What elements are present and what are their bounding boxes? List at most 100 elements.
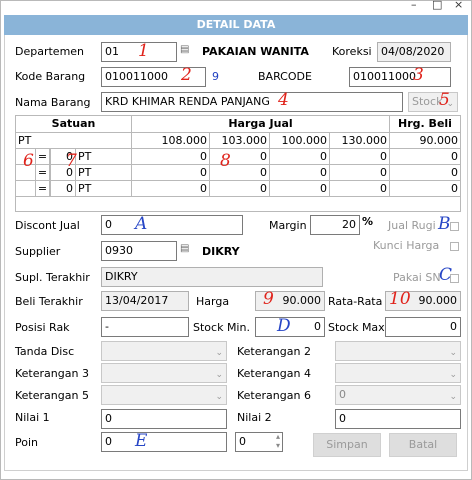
price-cell[interactable]: 0 <box>390 165 460 181</box>
folder-icon[interactable]: ▤ <box>180 44 189 55</box>
harga-label: Harga <box>196 295 230 308</box>
maximize-button[interactable]: □ <box>432 0 442 11</box>
price-cell[interactable]: 130.000 <box>330 133 390 149</box>
barcode-label: BARCODE <box>258 70 312 83</box>
unit2-cell[interactable]: PT <box>76 165 132 181</box>
eq-cell: = <box>36 149 50 165</box>
dialog-header: DETAIL DATA <box>4 15 468 35</box>
supplier-name: DIKRY <box>202 245 240 258</box>
poin-input[interactable]: 0 <box>101 432 227 452</box>
annotation-1: 1 <box>138 41 149 61</box>
price-cell[interactable]: 0 <box>330 181 390 197</box>
simpan-button[interactable]: Simpan <box>313 433 381 457</box>
keterangan4-label: Keterangan 4 <box>237 367 311 380</box>
detail-data-window: – □ × DETAIL DATA Departemen 01 1 ▤ PAKA… <box>0 0 472 480</box>
nilai2-label: Nilai 2 <box>237 411 272 424</box>
price-cell[interactable]: 0 <box>210 149 270 165</box>
kunci-harga-checkbox[interactable] <box>450 242 459 251</box>
price-cell[interactable]: 0 <box>270 149 330 165</box>
posisi-rak-input[interactable]: - <box>101 317 189 337</box>
annotation-D: D <box>277 316 291 336</box>
hrg-beli-header: Hrg. Beli <box>390 116 460 133</box>
satuan-header: Satuan <box>16 116 132 133</box>
supl-terakhir-label: Supl. Terakhir <box>15 271 90 284</box>
keterangan6-label: Keterangan 6 <box>237 389 311 402</box>
nilai2-input[interactable]: 0 <box>335 409 461 429</box>
unit-cell-row3[interactable] <box>16 181 36 197</box>
poin-spinner[interactable]: 0 ▴ ▾ <box>235 432 283 452</box>
keterangan2-select[interactable]: ⌄ <box>335 341 461 361</box>
price-cell[interactable]: 0 <box>132 181 210 197</box>
supplier-label: Supplier <box>15 245 61 258</box>
nama-barang-input[interactable]: KRD KHIMAR RENDA PANJANG <box>101 92 403 112</box>
departemen-label: Departemen <box>15 45 85 58</box>
tanda-disc-label: Tanda Disc <box>15 345 75 358</box>
discont-jual-label: Discont Jual <box>15 219 80 232</box>
supplier-input[interactable]: 0930 <box>101 241 177 261</box>
jual-rugi-label: Jual Rugi <box>388 219 436 232</box>
price-cell[interactable]: 0 <box>390 181 460 197</box>
price-cell[interactable]: 0 <box>210 165 270 181</box>
discont-jual-input[interactable]: 0 <box>101 215 243 235</box>
unit2-cell[interactable]: PT <box>76 149 132 165</box>
keterangan3-select[interactable]: ⌄ <box>101 363 227 383</box>
nama-barang-label: Nama Barang <box>15 96 91 109</box>
jual-rugi-checkbox[interactable] <box>450 222 459 231</box>
price-cell[interactable]: 0 <box>330 149 390 165</box>
rata-rata-label: Rata-Rata <box>328 295 383 308</box>
margin-input[interactable]: 20 <box>310 215 360 235</box>
annotation-8: 8 <box>220 151 231 171</box>
margin-label: Margin <box>269 219 307 232</box>
supl-terakhir-value: DIKRY <box>101 267 323 287</box>
poin-spinner-value: 0 <box>239 435 246 448</box>
price-cell[interactable]: 103.000 <box>210 133 270 149</box>
kode-barang-digit: 9 <box>212 70 219 83</box>
barcode-input[interactable]: 010011000 <box>349 67 451 87</box>
keterangan5-label: Keterangan 5 <box>15 389 89 402</box>
price-cell[interactable]: 0 <box>330 165 390 181</box>
price-cell[interactable]: 0 <box>132 149 210 165</box>
price-cell[interactable]: 0 <box>270 165 330 181</box>
nilai1-label: Nilai 1 <box>15 411 50 424</box>
keterangan4-select[interactable]: ⌄ <box>335 363 461 383</box>
nilai1-input[interactable]: 0 <box>101 409 227 429</box>
satuan-cell-row0[interactable]: PT <box>16 133 132 149</box>
price-cell[interactable]: 108.000 <box>132 133 210 149</box>
annotation-4: 4 <box>278 90 289 110</box>
beli-terakhir-value: 13/04/2017 <box>101 291 189 311</box>
close-button[interactable]: × <box>454 0 463 11</box>
minimize-button[interactable]: – <box>411 0 417 11</box>
keterangan2-label: Keterangan 2 <box>237 345 311 358</box>
folder-icon[interactable]: ▤ <box>180 243 189 254</box>
tanda-disc-select[interactable]: ⌄ <box>101 341 227 361</box>
price-cell[interactable]: 0 <box>270 181 330 197</box>
price-cell[interactable]: 100.000 <box>270 133 330 149</box>
unit2-cell[interactable]: PT <box>76 181 132 197</box>
annotation-E: E <box>135 431 148 451</box>
stock-select[interactable]: Stock ⌄ <box>408 92 458 112</box>
stock-max-input[interactable]: 0 <box>385 317 461 337</box>
chevron-down-icon: ⌄ <box>449 392 457 402</box>
price-cell[interactable]: 0 <box>132 165 210 181</box>
price-cell[interactable]: 0 <box>390 149 460 165</box>
annotation-C: C <box>439 265 453 285</box>
price-cell[interactable]: 0 <box>210 181 270 197</box>
annotation-5: 5 <box>439 90 450 110</box>
qty-cell[interactable]: 0 <box>50 181 76 197</box>
batal-button[interactable]: Batal <box>389 433 457 457</box>
beli-terakhir-label: Beli Terakhir <box>15 295 83 308</box>
keterangan6-select[interactable]: 0 ⌄ <box>335 385 461 405</box>
chevron-down-icon: ⌄ <box>449 370 457 380</box>
posisi-rak-label: Posisi Rak <box>15 321 70 334</box>
chevron-down-icon: ⌄ <box>449 348 457 358</box>
chevron-down-icon: ⌄ <box>215 392 223 402</box>
harga-jual-header: Harga Jual <box>132 116 390 133</box>
kode-barang-label: Kode Barang <box>15 70 86 83</box>
koreksi-label: Koreksi <box>332 45 372 58</box>
spinner-arrows-icon[interactable]: ▴ ▾ <box>276 433 280 450</box>
keterangan5-select[interactable]: ⌄ <box>101 385 227 405</box>
departemen-name: PAKAIAN WANITA <box>202 45 309 58</box>
annotation-7: 7 <box>66 151 77 171</box>
poin-label: Poin <box>15 436 38 449</box>
price-cell[interactable]: 90.000 <box>390 133 460 149</box>
